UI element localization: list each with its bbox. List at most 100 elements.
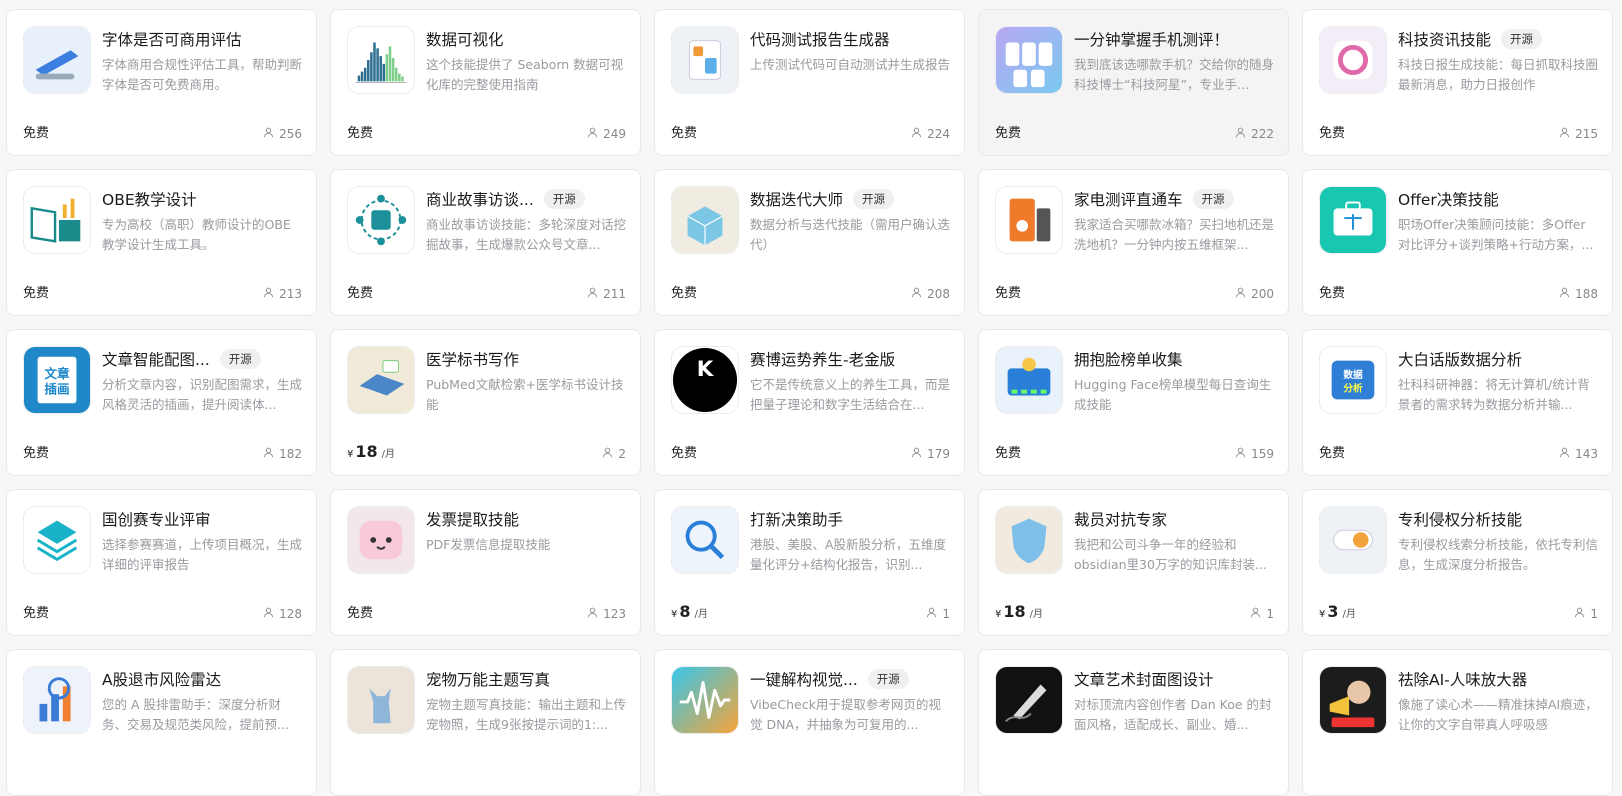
skill-card[interactable]: OBE教学设计 专为高校（高职）教师设计的OBE教学设计生成工具。 免费 213 [6, 169, 317, 316]
skill-card[interactable]: 祛除AI-人味放大器 像施了读心术——精准抹掉AI痕迹，让你的文字自带真人呼吸感 [1302, 649, 1613, 796]
stapler-icon [23, 26, 91, 94]
skill-card[interactable]: 拥抱脸榜单收集 Hugging Face榜单模型每日查询生成技能 免费 159 [978, 329, 1289, 476]
card-title-row: 代码测试报告生成器 [750, 28, 950, 50]
dial-icon [1319, 26, 1387, 94]
user-icon [1235, 127, 1246, 141]
user-icon [263, 287, 274, 301]
price-label: 免费 [671, 126, 698, 141]
card-description: 商业故事访谈技能：多轮深度对话挖掘故事，生成爆款公众号文章... [426, 217, 626, 252]
user-count-value: 256 [279, 127, 302, 141]
card-title: 一键解构视觉... [750, 671, 858, 689]
user-count-value: 213 [279, 287, 302, 301]
skill-card[interactable]: K 赛博运势养生-老金版 它不是传统意义上的养生工具，而是把量子理论和数字生活结… [654, 329, 965, 476]
skill-card[interactable]: 一键解构视觉... 开源 VibeCheck用于提取参考网页的视觉 DNA，并抽… [654, 649, 965, 796]
user-count: 224 [911, 127, 950, 141]
user-icon [1559, 447, 1570, 461]
card-description: 社科科研神器：将无计算机/统计背景者的需求转为数据分析并输... [1398, 377, 1590, 412]
card-description: 您的 A 股排雷助手：深度分析财务、交易及规范类风险，提前预... [102, 697, 289, 732]
price-label: ¥18/月 [995, 602, 1043, 621]
card-description: 科技日报生成技能：每日抓取科技圈最新消息，助力日报创作 [1398, 57, 1598, 92]
skill-card[interactable]: 国创赛专业评审 选择参赛赛道，上传项目概况，生成详细的评审报告 免费 128 [6, 489, 317, 636]
toggle-icon [1319, 506, 1387, 574]
user-count-value: 123 [603, 607, 626, 621]
svg-text:分析: 分析 [1343, 382, 1363, 395]
price-label: 免费 [671, 286, 698, 301]
report-icon [671, 26, 739, 94]
chart-icon [347, 26, 415, 94]
skill-card[interactable]: 文章 插画 文章智能配图... 开源 分析文章内容，识别配图需求，生成风格灵活的插… [6, 329, 317, 476]
skill-card[interactable]: 科技资讯技能 开源 科技日报生成技能：每日抓取科技圈最新消息，助力日报创作 免费… [1302, 9, 1613, 156]
card-title-row: 家电测评直通车 开源 [1074, 188, 1274, 210]
skill-card[interactable]: 宠物万能主题写真 宠物主题写真技能：输出主题和上传宠物照，生成9张按提示词的1:… [330, 649, 641, 796]
skill-card[interactable]: 医学标书写作 PubMed文献检索+医学标书设计技能 ¥18/月 2 [330, 329, 641, 476]
card-title: 字体是否可商用评估 [102, 31, 242, 49]
card-title-row: A股退市风险雷达 [102, 668, 302, 690]
price-label: 免费 [23, 126, 50, 141]
skill-card[interactable]: Offer决策技能 职场Offer决策顾问技能：多Offer对比评分+谈判策略+… [1302, 169, 1613, 316]
user-count-value: 188 [1575, 287, 1598, 301]
skill-card[interactable]: 专利侵权分析技能 专利侵权线索分析技能，依托专利信息，生成深度分析报告。 ¥3/… [1302, 489, 1613, 636]
card-description: 对标顶流内容创作者 Dan Koe 的封面风格，适配成长、副业、婚... [1074, 697, 1272, 732]
card-description: PDF发票信息提取技能 [426, 537, 551, 552]
user-count: 179 [911, 447, 950, 461]
skill-card[interactable]: 裁员对抗专家 我把和公司斗争一年的经验和obsidian里30万字的知识库封装.… [978, 489, 1289, 636]
card-title: 祛除AI-人味放大器 [1398, 671, 1528, 689]
card-description: 专为高校（高职）教师设计的OBE教学设计生成工具。 [102, 217, 291, 252]
skill-card[interactable]: 家电测评直通车 开源 我家适合买哪款冰箱？买扫地机还是洗地机？一分钟内按五维框架… [978, 169, 1289, 316]
skill-card[interactable]: 数据 分析 大白话版数据分析 社科科研神器：将无计算机/统计背景者的需求转为数据分… [1302, 329, 1613, 476]
price-label: 免费 [347, 126, 374, 141]
cute-face-icon [347, 506, 415, 574]
user-count-value: 159 [1251, 447, 1274, 461]
card-title-row: 字体是否可商用评估 [102, 28, 302, 50]
appliance-icon [995, 186, 1063, 254]
card-title: 裁员对抗专家 [1074, 511, 1168, 529]
price-label: ¥3/月 [1319, 602, 1356, 621]
card-title-row: 医学标书写作 [426, 348, 626, 370]
leaderboard-icon [995, 346, 1063, 414]
user-count-value: 208 [927, 287, 950, 301]
open-source-badge: 开源 [219, 349, 261, 369]
user-count-value: 1 [942, 607, 950, 621]
card-title-row: 科技资讯技能 开源 [1398, 28, 1598, 50]
skill-card[interactable]: 代码测试报告生成器 上传测试代码可自动测试并生成报告 免费 224 [654, 9, 965, 156]
user-count-value: 1 [1590, 607, 1598, 621]
card-title-row: 赛博运势养生-老金版 [750, 348, 950, 370]
skill-card[interactable]: 数据可视化 这个技能提供了 Seaborn 数据可视化库的完整使用指南 免费 2… [330, 9, 641, 156]
skill-card[interactable]: 打新决策助手 港股、美股、A股新股分析，五维度量化评分+结构化报告，识别... … [654, 489, 965, 636]
currency-symbol: ¥ [347, 449, 354, 460]
user-icon [926, 607, 937, 621]
price-label: 免费 [1319, 446, 1346, 461]
medical-book-icon [347, 346, 415, 414]
skill-card[interactable]: 字体是否可商用评估 字体商用合规性评估工具，帮助判断字体是否可免费商用。 免费 … [6, 9, 317, 156]
user-count: 211 [587, 287, 626, 301]
user-count: 200 [1235, 287, 1274, 301]
user-count-value: 215 [1575, 127, 1598, 141]
currency-symbol: ¥ [1319, 609, 1326, 620]
skill-card[interactable]: 一分钟掌握手机测评！ 我到底该选哪款手机？交给你的随身科技博士“科技阿星”，专业… [978, 9, 1289, 156]
skill-card[interactable]: 发票提取技能 PDF发票信息提取技能 免费 123 [330, 489, 641, 636]
price-label: 免费 [995, 286, 1022, 301]
skill-card[interactable]: 文章艺术封面图设计 对标顶流内容创作者 Dan Koe 的封面风格，适配成长、副… [978, 649, 1289, 796]
user-count-value: 224 [927, 127, 950, 141]
card-title: 文章智能配图... [102, 351, 210, 369]
price-amount: 8 [679, 602, 691, 621]
user-icon [263, 447, 274, 461]
pen-ink-icon [995, 666, 1063, 734]
skill-card[interactable]: 商业故事访谈... 开源 商业故事访谈技能：多轮深度对话挖掘故事，生成爆款公众号… [330, 169, 641, 316]
user-count-value: 179 [927, 447, 950, 461]
card-title: 赛博运势养生-老金版 [750, 351, 896, 369]
skill-card[interactable]: 数据迭代大师 开源 数据分析与迭代技能（需用户确认迭代） 免费 208 [654, 169, 965, 316]
card-description: PubMed文献检索+医学标书设计技能 [426, 377, 624, 412]
card-title-row: 发票提取技能 [426, 508, 626, 530]
user-count: 1 [926, 607, 950, 621]
skill-card[interactable]: A股退市风险雷达 您的 A 股排雷助手：深度分析财务、交易及规范类风险，提前预.… [6, 649, 317, 796]
user-count: 188 [1559, 287, 1598, 301]
svg-text:文章: 文章 [44, 366, 70, 381]
card-description: 字体商用合规性评估工具，帮助判断字体是否可免费商用。 [102, 57, 302, 92]
card-title: 代码测试报告生成器 [750, 31, 890, 49]
card-description: 我到底该选哪款手机？交给你的随身科技博士“科技阿星”，专业手… [1074, 57, 1274, 92]
open-source-badge: 开源 [543, 189, 585, 209]
price-label: 免费 [23, 446, 50, 461]
card-title-row: OBE教学设计 [102, 188, 302, 210]
plain-data-icon: 数据 分析 [1319, 346, 1387, 414]
